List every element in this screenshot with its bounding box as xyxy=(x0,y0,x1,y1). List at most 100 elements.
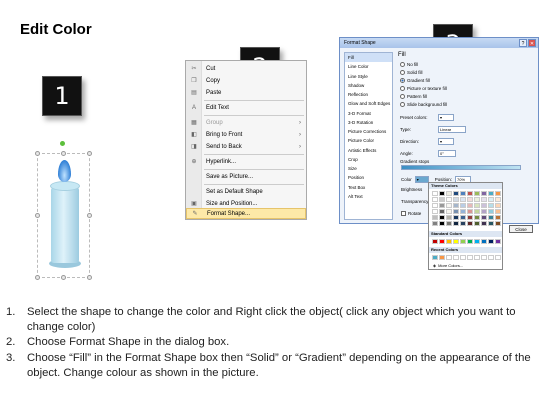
color-swatch[interactable] xyxy=(432,239,438,244)
menu-item-send-to-back[interactable]: ◨ Send to Back › xyxy=(186,141,306,152)
radio-no-fill[interactable]: No fill xyxy=(400,62,418,67)
color-swatch[interactable] xyxy=(488,221,494,226)
resize-handle[interactable] xyxy=(61,151,66,156)
color-swatch[interactable] xyxy=(460,239,466,244)
color-swatch[interactable] xyxy=(488,197,494,202)
help-icon[interactable]: ? xyxy=(519,39,527,47)
radio-pattern-fill[interactable]: Pattern fill xyxy=(400,94,427,99)
color-swatch[interactable] xyxy=(488,239,494,244)
color-swatch[interactable] xyxy=(453,255,459,260)
color-swatch[interactable] xyxy=(488,209,494,214)
color-swatch[interactable] xyxy=(432,191,438,196)
radio-picture-fill[interactable]: Picture or texture fill xyxy=(400,86,447,91)
radio-gradient-fill[interactable]: Gradient fill xyxy=(400,78,430,83)
color-swatch[interactable] xyxy=(460,221,466,226)
radio-slide-background-fill[interactable]: Slide background fill xyxy=(400,102,447,107)
color-swatch[interactable] xyxy=(432,221,438,226)
color-swatch[interactable] xyxy=(439,203,445,208)
color-swatch[interactable] xyxy=(467,255,473,260)
type-dropdown[interactable]: Linear xyxy=(438,126,466,133)
color-swatch[interactable] xyxy=(460,203,466,208)
menu-item-bring-to-front[interactable]: ◧ Bring to Front › xyxy=(186,129,306,140)
color-swatch[interactable] xyxy=(453,215,459,220)
color-swatch[interactable] xyxy=(488,215,494,220)
color-swatch[interactable] xyxy=(439,191,445,196)
color-swatch[interactable] xyxy=(432,215,438,220)
color-swatch[interactable] xyxy=(474,203,480,208)
color-swatch[interactable] xyxy=(474,209,480,214)
color-swatch[interactable] xyxy=(453,221,459,226)
category-item[interactable]: 3-D Format xyxy=(345,109,392,118)
color-swatch[interactable] xyxy=(488,191,494,196)
menu-item-set-default-shape[interactable]: Set as Default Shape xyxy=(186,186,306,197)
color-swatch[interactable] xyxy=(453,191,459,196)
candle-shape[interactable] xyxy=(51,187,79,263)
category-item[interactable]: Reflection xyxy=(345,90,392,99)
color-swatch[interactable] xyxy=(474,215,480,220)
color-swatch[interactable] xyxy=(446,215,452,220)
category-item[interactable]: Shadow xyxy=(345,81,392,90)
menu-item-group[interactable]: ▦ Group › xyxy=(186,117,306,128)
color-swatch[interactable] xyxy=(446,191,452,196)
color-swatch[interactable] xyxy=(488,255,494,260)
color-swatch[interactable] xyxy=(446,197,452,202)
resize-handle[interactable] xyxy=(35,151,40,156)
color-swatch[interactable] xyxy=(467,197,473,202)
color-swatch[interactable] xyxy=(453,209,459,214)
color-swatch[interactable] xyxy=(439,255,445,260)
color-swatch[interactable] xyxy=(460,215,466,220)
menu-item-hyperlink[interactable]: ⊕ Hyperlink... xyxy=(186,156,306,167)
gradient-stops-bar[interactable] xyxy=(401,165,521,170)
color-swatch[interactable] xyxy=(467,239,473,244)
color-swatch[interactable] xyxy=(446,239,452,244)
color-swatch[interactable] xyxy=(432,197,438,202)
color-swatch[interactable] xyxy=(446,209,452,214)
color-swatch[interactable] xyxy=(467,209,473,214)
category-item[interactable]: Artistic Effects xyxy=(345,146,392,155)
color-swatch[interactable] xyxy=(474,221,480,226)
category-item[interactable]: Crop xyxy=(345,155,392,164)
menu-item-cut[interactable]: ✂ Cut xyxy=(186,63,306,74)
color-swatch[interactable] xyxy=(481,197,487,202)
resize-handle[interactable] xyxy=(61,275,66,280)
color-swatch[interactable] xyxy=(481,203,487,208)
color-swatch[interactable] xyxy=(495,191,501,196)
menu-item-paste[interactable]: ▤ Paste xyxy=(186,87,306,98)
color-swatch[interactable] xyxy=(474,197,480,202)
color-swatch[interactable] xyxy=(453,203,459,208)
color-swatch[interactable] xyxy=(446,255,452,260)
resize-handle[interactable] xyxy=(35,275,40,280)
color-swatch[interactable] xyxy=(446,221,452,226)
category-item[interactable]: Line Style xyxy=(345,72,392,81)
category-item[interactable]: Alt Text xyxy=(345,192,392,201)
color-swatch[interactable] xyxy=(481,221,487,226)
resize-handle[interactable] xyxy=(35,213,40,218)
category-item[interactable]: Position xyxy=(345,173,392,182)
color-swatch[interactable] xyxy=(495,209,501,214)
color-swatch[interactable] xyxy=(432,209,438,214)
color-swatch[interactable] xyxy=(495,215,501,220)
color-swatch[interactable] xyxy=(474,191,480,196)
color-swatch[interactable] xyxy=(446,203,452,208)
color-swatch[interactable] xyxy=(495,197,501,202)
color-swatch[interactable] xyxy=(460,197,466,202)
color-swatch[interactable] xyxy=(439,221,445,226)
category-item[interactable]: Picture Corrections xyxy=(345,127,392,136)
color-swatch[interactable] xyxy=(467,221,473,226)
menu-item-save-as-picture[interactable]: Save as Picture... xyxy=(186,171,306,182)
color-swatch[interactable] xyxy=(439,215,445,220)
color-swatch[interactable] xyxy=(495,221,501,226)
menu-item-edit-text[interactable]: A Edit Text xyxy=(186,102,306,113)
color-swatch[interactable] xyxy=(495,203,501,208)
color-swatch[interactable] xyxy=(439,209,445,214)
resize-handle[interactable] xyxy=(87,213,92,218)
menu-item-copy[interactable]: ❐ Copy xyxy=(186,75,306,86)
color-swatch[interactable] xyxy=(460,209,466,214)
color-swatch[interactable] xyxy=(432,203,438,208)
direction-dropdown[interactable]: ▾ xyxy=(438,138,454,145)
category-fill[interactable]: Fill xyxy=(345,53,392,63)
category-item[interactable]: Picture Color xyxy=(345,136,392,145)
category-item[interactable]: Line Color xyxy=(345,62,392,71)
color-swatch[interactable] xyxy=(481,255,487,260)
category-item[interactable]: Size xyxy=(345,164,392,173)
